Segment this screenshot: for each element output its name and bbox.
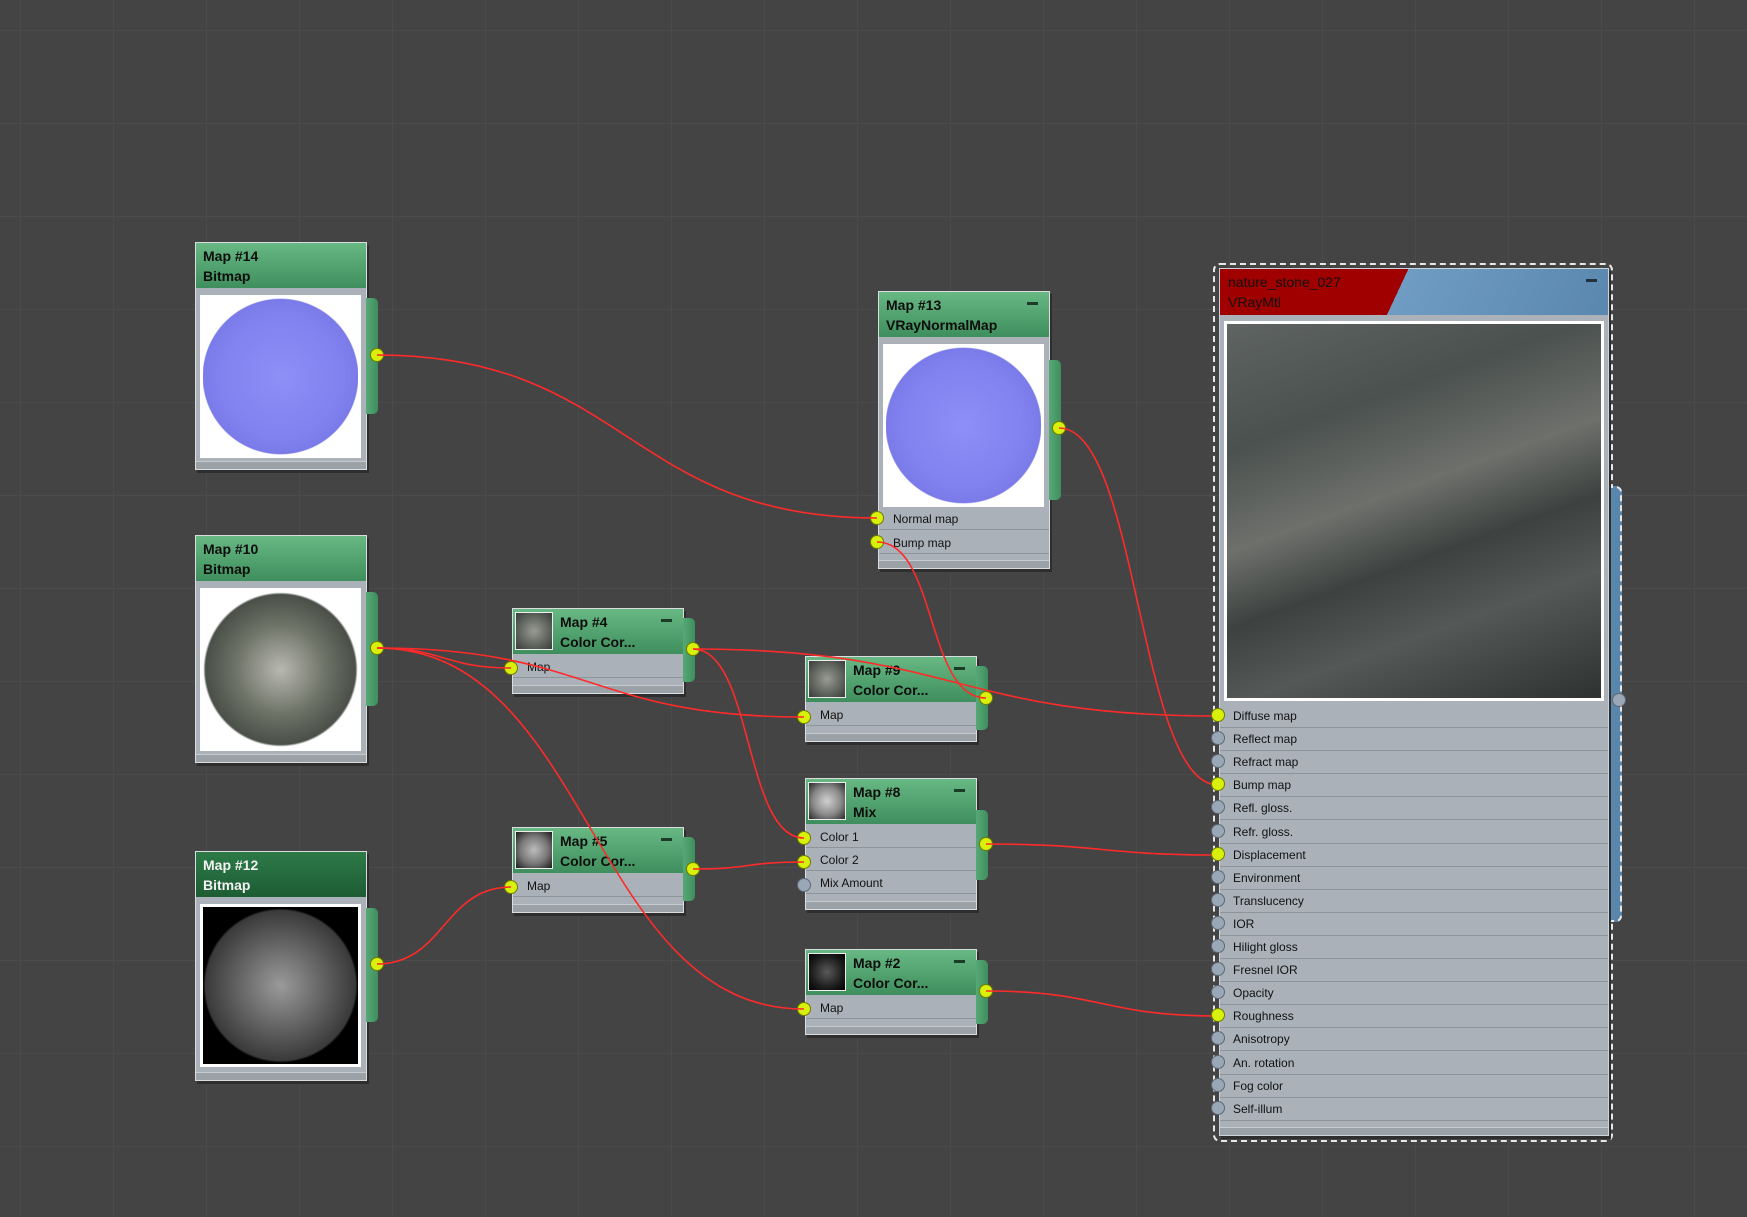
wire-bump-map-to-map9-output[interactable]	[876, 541, 987, 699]
input-connector-reflect-map[interactable]	[1211, 731, 1225, 746]
wire-map4-to-color1[interactable]	[692, 648, 805, 839]
input-connector-fog-color[interactable]	[1211, 1077, 1225, 1092]
connection-wires	[376, 354, 1219, 1017]
wire-map8-to-displacement[interactable]	[985, 843, 1219, 856]
wire-map2-to-roughness[interactable]	[985, 990, 1219, 1017]
wire-map13-to-bump-map[interactable]	[1058, 427, 1219, 786]
input-connector-refr-gloss[interactable]	[1211, 823, 1225, 838]
wire-map12-to-map5[interactable]	[376, 886, 512, 965]
input-connector-an-rotation[interactable]	[1211, 1054, 1225, 1069]
wire-map10-to-map2[interactable]	[376, 647, 805, 1010]
input-connector-environment[interactable]	[1211, 869, 1225, 884]
input-connector-translucency[interactable]	[1211, 892, 1225, 907]
input-connector-displacement[interactable]	[1211, 846, 1225, 861]
wire-map5-to-color2[interactable]	[692, 861, 805, 870]
input-connector-fresnel-ior[interactable]	[1211, 962, 1225, 977]
input-connector-self-illum[interactable]	[1211, 1100, 1225, 1115]
wire-map10-to-map9[interactable]	[376, 647, 805, 718]
input-connector-hilight-gloss[interactable]	[1211, 939, 1225, 953]
input-connector-diffuse-map[interactable]	[1211, 708, 1225, 722]
input-connector-ior[interactable]	[1211, 915, 1225, 930]
wire-map4-to-diffuse[interactable]	[692, 648, 1219, 717]
wire-map14-to-normal-map[interactable]	[376, 354, 878, 519]
